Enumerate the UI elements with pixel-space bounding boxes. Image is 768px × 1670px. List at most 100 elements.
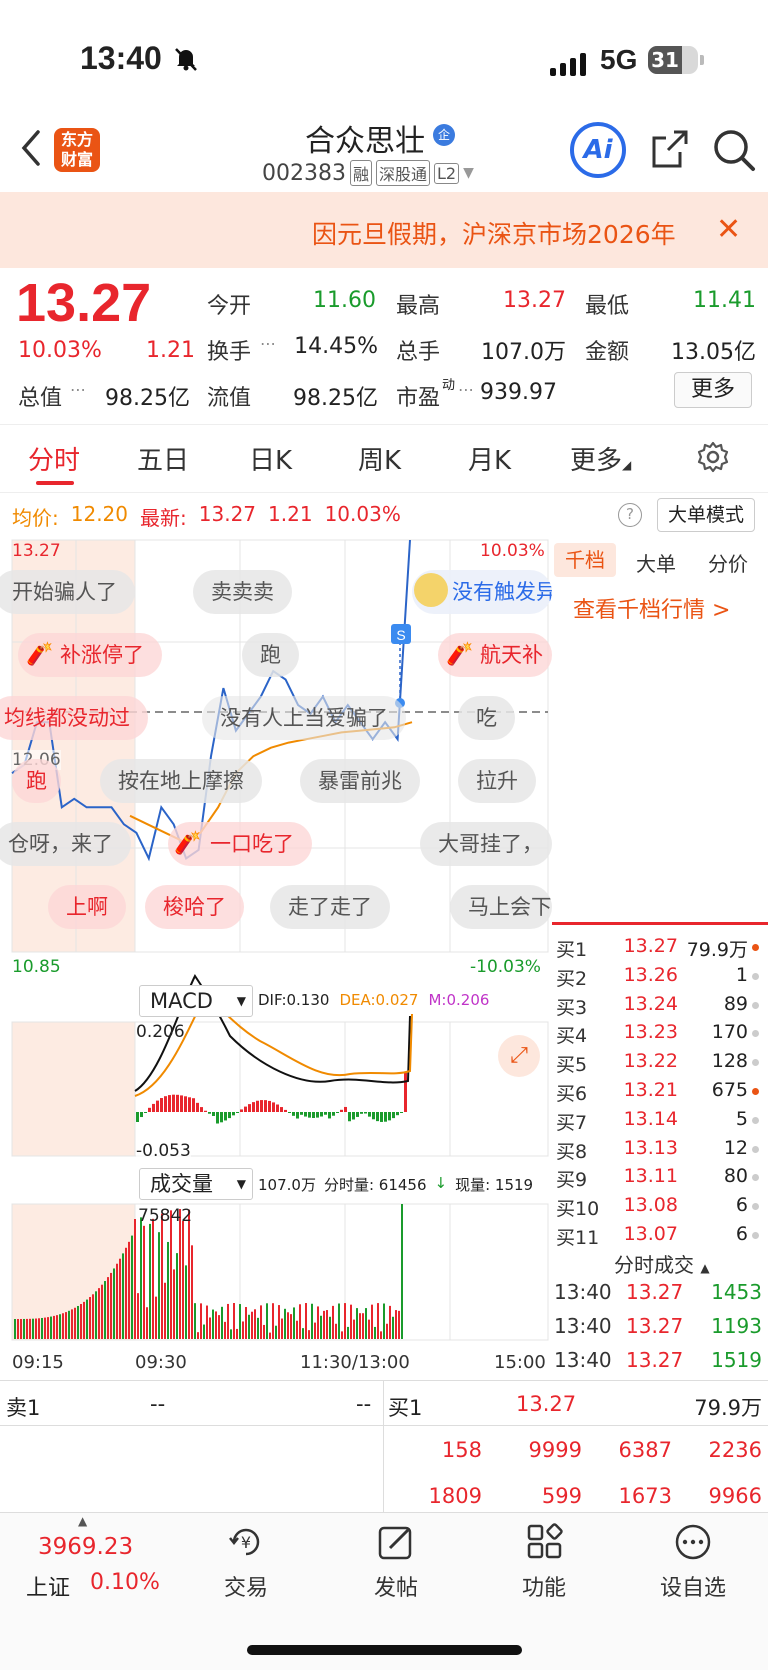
nav-watchlist[interactable]: 设自选 <box>643 1570 743 1602</box>
macd-bar <box>140 1112 143 1118</box>
info-icon[interactable]: ⋯ <box>70 380 86 399</box>
volume-bar <box>356 1308 358 1339</box>
volume-bar <box>47 1317 49 1339</box>
index-name[interactable]: 上证 <box>26 1570 70 1602</box>
tab-more-label: 更多 <box>570 446 623 476</box>
bullet-comment[interactable]: 跑 <box>242 633 299 677</box>
volume-bar <box>347 1326 349 1339</box>
order-book-cell: 599 <box>541 1484 582 1508</box>
volume-bar <box>98 1288 100 1339</box>
bullet-comment[interactable]: 走了走了 <box>270 885 390 929</box>
nav-function[interactable]: 功能 <box>494 1570 594 1602</box>
mktcap-label: 总值 <box>18 386 63 411</box>
stock-code-row[interactable]: 002383 融 深股通 L2 ▼ <box>262 160 474 186</box>
low-label: 最低 <box>585 294 630 319</box>
info-icon[interactable]: ⋯ <box>458 380 474 399</box>
bullet-comment[interactable]: 吃 <box>458 696 515 740</box>
volume-bar <box>110 1272 112 1339</box>
bullet-comment[interactable]: 马上会下 <box>450 885 552 929</box>
bullet-comment[interactable]: 仓呀，来了 <box>0 822 131 866</box>
macd-bar <box>308 1112 311 1118</box>
volume-bar <box>53 1315 55 1339</box>
more-dots-icon[interactable] <box>673 1522 713 1562</box>
tab-day-k[interactable]: 日K <box>249 440 292 477</box>
volume-bar <box>401 1204 403 1339</box>
macd-bar <box>300 1112 303 1115</box>
volume-bar <box>101 1284 103 1339</box>
tab-big-order[interactable]: 大单 <box>636 548 676 577</box>
volume-bar <box>254 1309 256 1339</box>
gear-icon[interactable] <box>696 440 730 474</box>
tab-more[interactable]: 更多◢ <box>570 440 631 477</box>
tab-week-k[interactable]: 周K <box>358 440 401 477</box>
volume-bar <box>182 1221 184 1339</box>
notice-text[interactable]: 因元旦假期，沪深京市场2026年 <box>312 215 697 251</box>
qiandang-link[interactable]: 查看千档行情 > <box>573 592 730 624</box>
close-icon[interactable]: ✕ <box>716 212 741 247</box>
macd-bar <box>228 1112 231 1119</box>
index-pct[interactable]: 0.10% <box>90 1570 160 1595</box>
macd-bar <box>364 1112 367 1114</box>
app-logo: 东方 财富 <box>54 128 100 172</box>
volume-bar <box>248 1314 250 1339</box>
post-icon[interactable] <box>376 1522 416 1562</box>
ticks-header[interactable]: 分时成交 ▲ <box>614 1249 710 1278</box>
bullet-comment[interactable]: 卖卖卖 <box>193 570 292 614</box>
macd-bar <box>216 1112 219 1124</box>
bullet-comment[interactable]: 跑 <box>12 759 61 803</box>
tab-five-day[interactable]: 五日 <box>137 440 189 477</box>
volume-bar <box>350 1304 352 1339</box>
macd-bar <box>220 1112 223 1123</box>
turnover-label: 换手 <box>207 340 252 365</box>
volume-selector[interactable]: 成交量 ▼ <box>139 1168 253 1200</box>
volume-bar <box>215 1311 217 1339</box>
bullet-comment[interactable]: 拉升 <box>458 759 536 803</box>
macd-bar <box>252 1102 255 1112</box>
ai-button[interactable]: Ai <box>570 122 626 178</box>
more-button[interactable]: 更多 <box>674 372 752 408</box>
nav-post[interactable]: 发帖 <box>346 1570 446 1602</box>
bullet-comment[interactable]: 开始骗人了 <box>0 570 135 614</box>
volume-bar <box>341 1331 343 1339</box>
bullet-comment[interactable]: 梭哈了 <box>145 885 244 929</box>
macd-bar <box>224 1112 227 1121</box>
tab-qiandang[interactable]: 千档 <box>554 543 616 577</box>
back-icon[interactable] <box>18 128 44 179</box>
bullet-comment[interactable]: 大哥挂了， <box>420 822 552 866</box>
share-icon[interactable] <box>650 128 690 170</box>
function-icon[interactable] <box>525 1522 565 1562</box>
bullet-comment[interactable]: 暴雷前兆 <box>300 759 420 803</box>
volume-bar <box>191 1245 193 1339</box>
volume-bar <box>74 1307 76 1339</box>
tab-price-dist[interactable]: 分价 <box>708 548 748 577</box>
bullet-comment[interactable]: 按在地上摩擦 <box>100 759 262 803</box>
x-label: 09:30 <box>135 1352 187 1373</box>
bullet-comment[interactable]: 上啊 <box>48 885 126 929</box>
volume-bar <box>155 1296 157 1339</box>
macd-bar <box>348 1112 351 1122</box>
nav-trade[interactable]: 交易 <box>196 1570 296 1602</box>
expand-icon[interactable]: ⤢ <box>498 1035 540 1077</box>
volume-bar <box>56 1315 58 1339</box>
bullet-comment[interactable]: 没有人上当爱骗了 <box>202 696 406 740</box>
trade-icon[interactable]: ¥ <box>226 1522 266 1562</box>
macd-bar <box>316 1112 319 1118</box>
tab-month-k[interactable]: 月K <box>468 440 511 477</box>
tab-fenshi[interactable]: 分时 <box>28 440 80 477</box>
volume-bar <box>92 1294 94 1339</box>
volume-bar <box>125 1247 127 1339</box>
bid-volume: 128 <box>711 1050 748 1073</box>
macd-bar <box>332 1112 335 1116</box>
help-icon[interactable]: ? <box>618 503 642 527</box>
index-value[interactable]: 3969.23 <box>38 1534 133 1560</box>
macd-selector[interactable]: MACD ▼ <box>139 985 253 1017</box>
big-order-mode-button[interactable]: 大单模式 <box>657 498 755 532</box>
volume-bar <box>314 1322 316 1339</box>
bid-dot-icon <box>752 1116 759 1124</box>
bullet-comment[interactable]: 均线都没动过 <box>0 696 148 740</box>
sell1-label: 卖1 <box>6 1396 41 1420</box>
macd-bar <box>360 1112 363 1114</box>
search-icon[interactable] <box>712 128 756 172</box>
macd-bar <box>292 1112 295 1116</box>
info-icon[interactable]: ⋯ <box>260 334 276 353</box>
